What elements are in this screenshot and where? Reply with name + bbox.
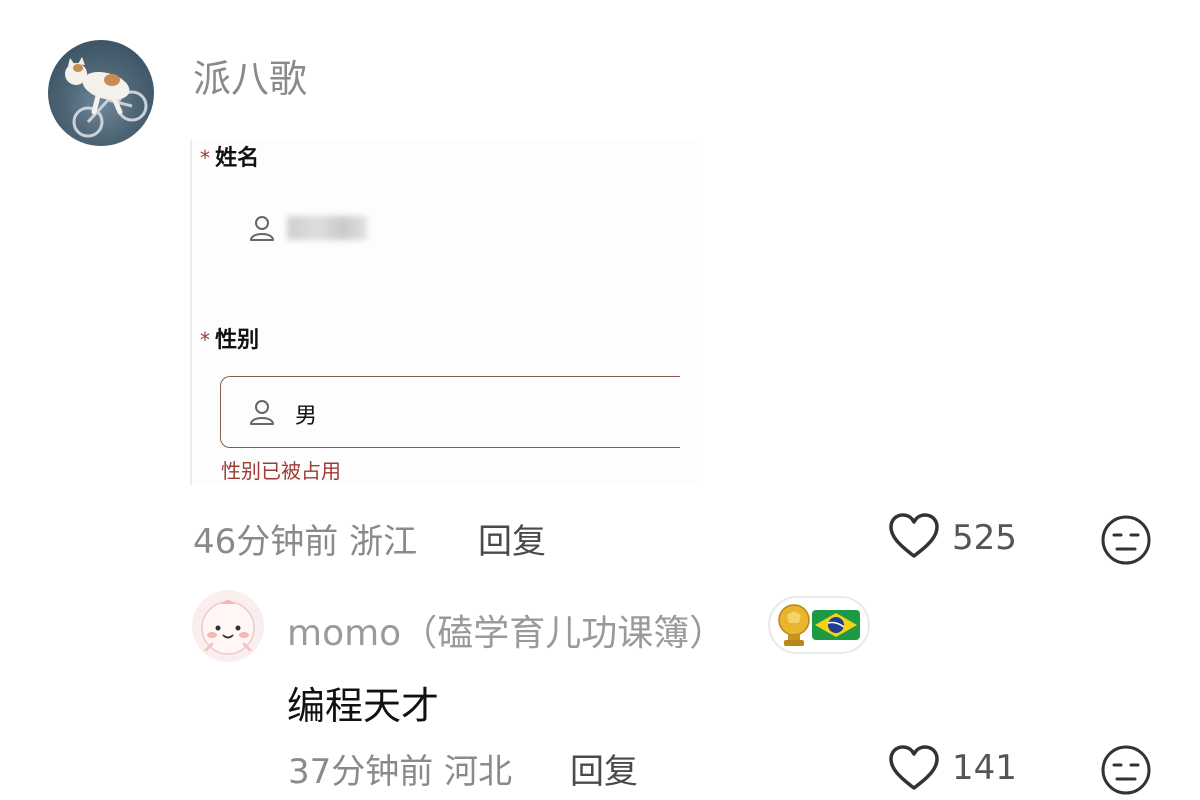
comment-meta: 46分钟前 浙江 xyxy=(193,514,417,563)
reply-button[interactable]: 回复 xyxy=(570,744,638,793)
required-mark: * xyxy=(200,146,210,170)
location: 浙江 xyxy=(349,522,418,562)
blurred-name-value xyxy=(287,216,367,240)
person-icon xyxy=(248,398,276,426)
reply-user-avatar[interactable] xyxy=(192,590,264,662)
field-label-gender: * 性别 xyxy=(200,328,260,353)
heart-outline-icon[interactable] xyxy=(888,744,940,792)
reply-content: 编程天才 xyxy=(287,684,440,728)
gender-value: 男 xyxy=(295,404,318,429)
reply-button[interactable]: 回复 xyxy=(478,514,546,563)
user-badges[interactable] xyxy=(770,598,868,652)
neutral-face-icon[interactable] xyxy=(1100,744,1152,800)
like-count: 525 xyxy=(952,518,1017,558)
gender-field xyxy=(220,376,680,448)
reply-meta: 37分钟前 河北 xyxy=(288,744,512,793)
reply-username[interactable]: momo（磕学育儿功课簿） xyxy=(287,604,725,656)
brazil-flag-icon xyxy=(812,610,860,640)
field-label-name: * 姓名 xyxy=(200,146,260,171)
heart-outline-icon[interactable] xyxy=(888,512,940,560)
like-count: 141 xyxy=(952,748,1017,788)
timestamp: 46分钟前 xyxy=(193,522,339,562)
username[interactable]: 派八歌 xyxy=(193,48,307,103)
location: 河北 xyxy=(444,752,513,792)
error-message: 性别已被占用 xyxy=(221,459,341,483)
timestamp: 37分钟前 xyxy=(288,752,434,792)
person-icon xyxy=(248,214,276,242)
neutral-face-icon[interactable] xyxy=(1100,514,1152,570)
user-avatar[interactable] xyxy=(48,40,154,146)
golden-ball-trophy-icon xyxy=(778,604,810,646)
required-mark: * xyxy=(200,328,210,352)
